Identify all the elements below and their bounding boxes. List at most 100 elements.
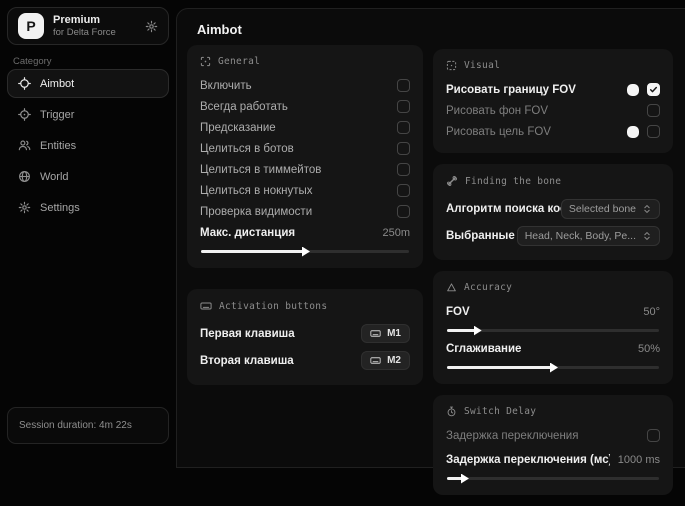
setting-row: Целиться в тиммейтов (200, 159, 410, 180)
setting-label: Всегда работать (200, 101, 397, 113)
frame-icon (446, 60, 457, 71)
setting-row: Задержка переключения (мс) 1000 ms (446, 449, 660, 470)
checkbox-draw-fov-background[interactable] (647, 104, 660, 117)
setting-controls (627, 83, 660, 96)
setting-row: Целиться в ботов (200, 138, 410, 159)
setting-label: Макс. дистанция (200, 227, 374, 239)
setting-label: Целиться в ботов (200, 143, 397, 155)
switch-delay-slider[interactable] (447, 477, 659, 480)
users-icon (18, 139, 31, 152)
setting-row: Рисовать цель FOV (446, 121, 660, 142)
fov-slider[interactable] (447, 329, 659, 332)
panel-activation-header: Activation buttons (200, 300, 410, 312)
setting-row: Алгоритм поиска костей Selected bone (446, 195, 660, 222)
sidebar-item-entities[interactable]: Entities (7, 131, 169, 160)
panel-general: General Включить Всегда работать Предска… (187, 45, 423, 268)
triangle-icon (446, 282, 457, 293)
setting-label: Предсказание (200, 122, 397, 134)
checkbox-enable[interactable] (397, 79, 410, 92)
brand-card: P Premium for Delta Force (7, 7, 169, 45)
panel-title: Accuracy (464, 282, 512, 293)
setting-row: Рисовать границу FOV (446, 79, 660, 100)
panel-title: Activation buttons (219, 301, 327, 312)
setting-label: Рисовать цель FOV (446, 126, 619, 138)
checkbox-target-knocked[interactable] (397, 184, 410, 197)
sidebar-item-aimbot[interactable]: Aimbot (7, 69, 169, 98)
bone-algorithm-select[interactable]: Selected bone (561, 199, 660, 219)
panel-switch-delay: Switch Delay Задержка переключения Задер… (433, 395, 673, 495)
brand-title: Premium (53, 14, 116, 26)
gear-icon[interactable] (145, 20, 158, 33)
select-value: Selected bone (569, 203, 636, 215)
setting-label: Рисовать фон FOV (446, 105, 639, 117)
checkbox-prediction[interactable] (397, 121, 410, 134)
right-column: Visual Рисовать границу FOV Рисовать фон… (433, 49, 673, 506)
checkbox-draw-fov-target[interactable] (647, 125, 660, 138)
slider-thumb[interactable] (550, 363, 558, 373)
setting-row: Целиться в нокнутых (200, 180, 410, 201)
checkbox-always-work[interactable] (397, 100, 410, 113)
setting-row: Сглаживание 50% (446, 338, 660, 359)
setting-label: FOV (446, 306, 635, 318)
sidebar-item-label: Entities (40, 140, 76, 152)
sidebar-item-trigger[interactable]: Trigger (7, 100, 169, 129)
setting-row: FOV 50° (446, 301, 660, 322)
color-swatch[interactable] (627, 84, 639, 96)
setting-label: Целиться в тиммейтов (200, 164, 397, 176)
checkbox-target-teammates[interactable] (397, 163, 410, 176)
checkbox-target-bots[interactable] (397, 142, 410, 155)
panel-title: Visual (464, 60, 500, 71)
sidebar-item-settings[interactable]: Settings (7, 193, 169, 222)
panel-title: Finding the bone (465, 176, 561, 187)
setting-row: Выбранные кости Head, Neck, Body, Pe... (446, 222, 660, 249)
setting-label: Проверка видимости (200, 206, 397, 218)
setting-row: Задержка переключения (446, 425, 660, 446)
setting-value: 1000 ms (618, 454, 660, 466)
keybind-value: M2 (387, 355, 401, 366)
keyboard-icon (370, 355, 381, 366)
bone-icon (446, 175, 458, 187)
left-column: General Включить Всегда работать Предска… (187, 45, 423, 406)
keyboard-icon (200, 300, 212, 312)
chevrons-up-down-icon (642, 231, 652, 241)
setting-label: Сглаживание (446, 343, 630, 355)
chevrons-up-down-icon (642, 204, 652, 214)
setting-label: Алгоритм поиска костей (446, 203, 561, 215)
setting-label: Первая клавиша (200, 328, 361, 340)
sidebar-item-label: Trigger (40, 109, 74, 121)
category-label: Category (13, 56, 52, 67)
sidebar: P Premium for Delta Force Category Aimbo… (0, 0, 176, 449)
panel-accuracy: Accuracy FOV 50° Сглаживание 50% (433, 271, 673, 384)
sidebar-item-label: Aimbot (40, 78, 74, 90)
globe-icon (18, 170, 31, 183)
check-icon (649, 85, 658, 94)
keybind-value: M1 (387, 328, 401, 339)
sidebar-item-world[interactable]: World (7, 162, 169, 191)
checkbox-draw-fov-border[interactable] (647, 83, 660, 96)
slider-thumb[interactable] (461, 474, 469, 484)
brand-subtitle: for Delta Force (53, 27, 116, 38)
setting-row: Всегда работать (200, 96, 410, 117)
slider-thumb[interactable] (302, 247, 310, 257)
setting-value: 50% (638, 343, 660, 355)
sidebar-nav: Aimbot Trigger Entities World Settings (7, 69, 169, 224)
color-swatch[interactable] (627, 126, 639, 138)
session-duration-box: Session duration: 4m 22s (7, 407, 169, 444)
panel-general-header: General (200, 56, 410, 67)
setting-row: Макс. дистанция 250m (200, 222, 410, 243)
page-title: Aimbot (197, 22, 242, 37)
checkbox-visibility-check[interactable] (397, 205, 410, 218)
checkbox-switch-delay[interactable] (647, 429, 660, 442)
selected-bones-select[interactable]: Head, Neck, Body, Pe... (517, 226, 660, 246)
slider-thumb[interactable] (474, 326, 482, 336)
setting-row: Первая клавиша M1 (200, 320, 410, 347)
setting-label: Задержка переключения (446, 430, 647, 442)
smoothing-slider[interactable] (447, 366, 659, 369)
panel-finding-bone: Finding the bone Алгоритм поиска костей … (433, 164, 673, 260)
setting-value: 250m (382, 227, 410, 239)
max-distance-slider[interactable] (201, 250, 409, 253)
setting-value: 50° (643, 306, 660, 318)
first-key-button[interactable]: M1 (361, 324, 410, 343)
second-key-button[interactable]: M2 (361, 351, 410, 370)
setting-label: Вторая клавиша (200, 355, 361, 367)
